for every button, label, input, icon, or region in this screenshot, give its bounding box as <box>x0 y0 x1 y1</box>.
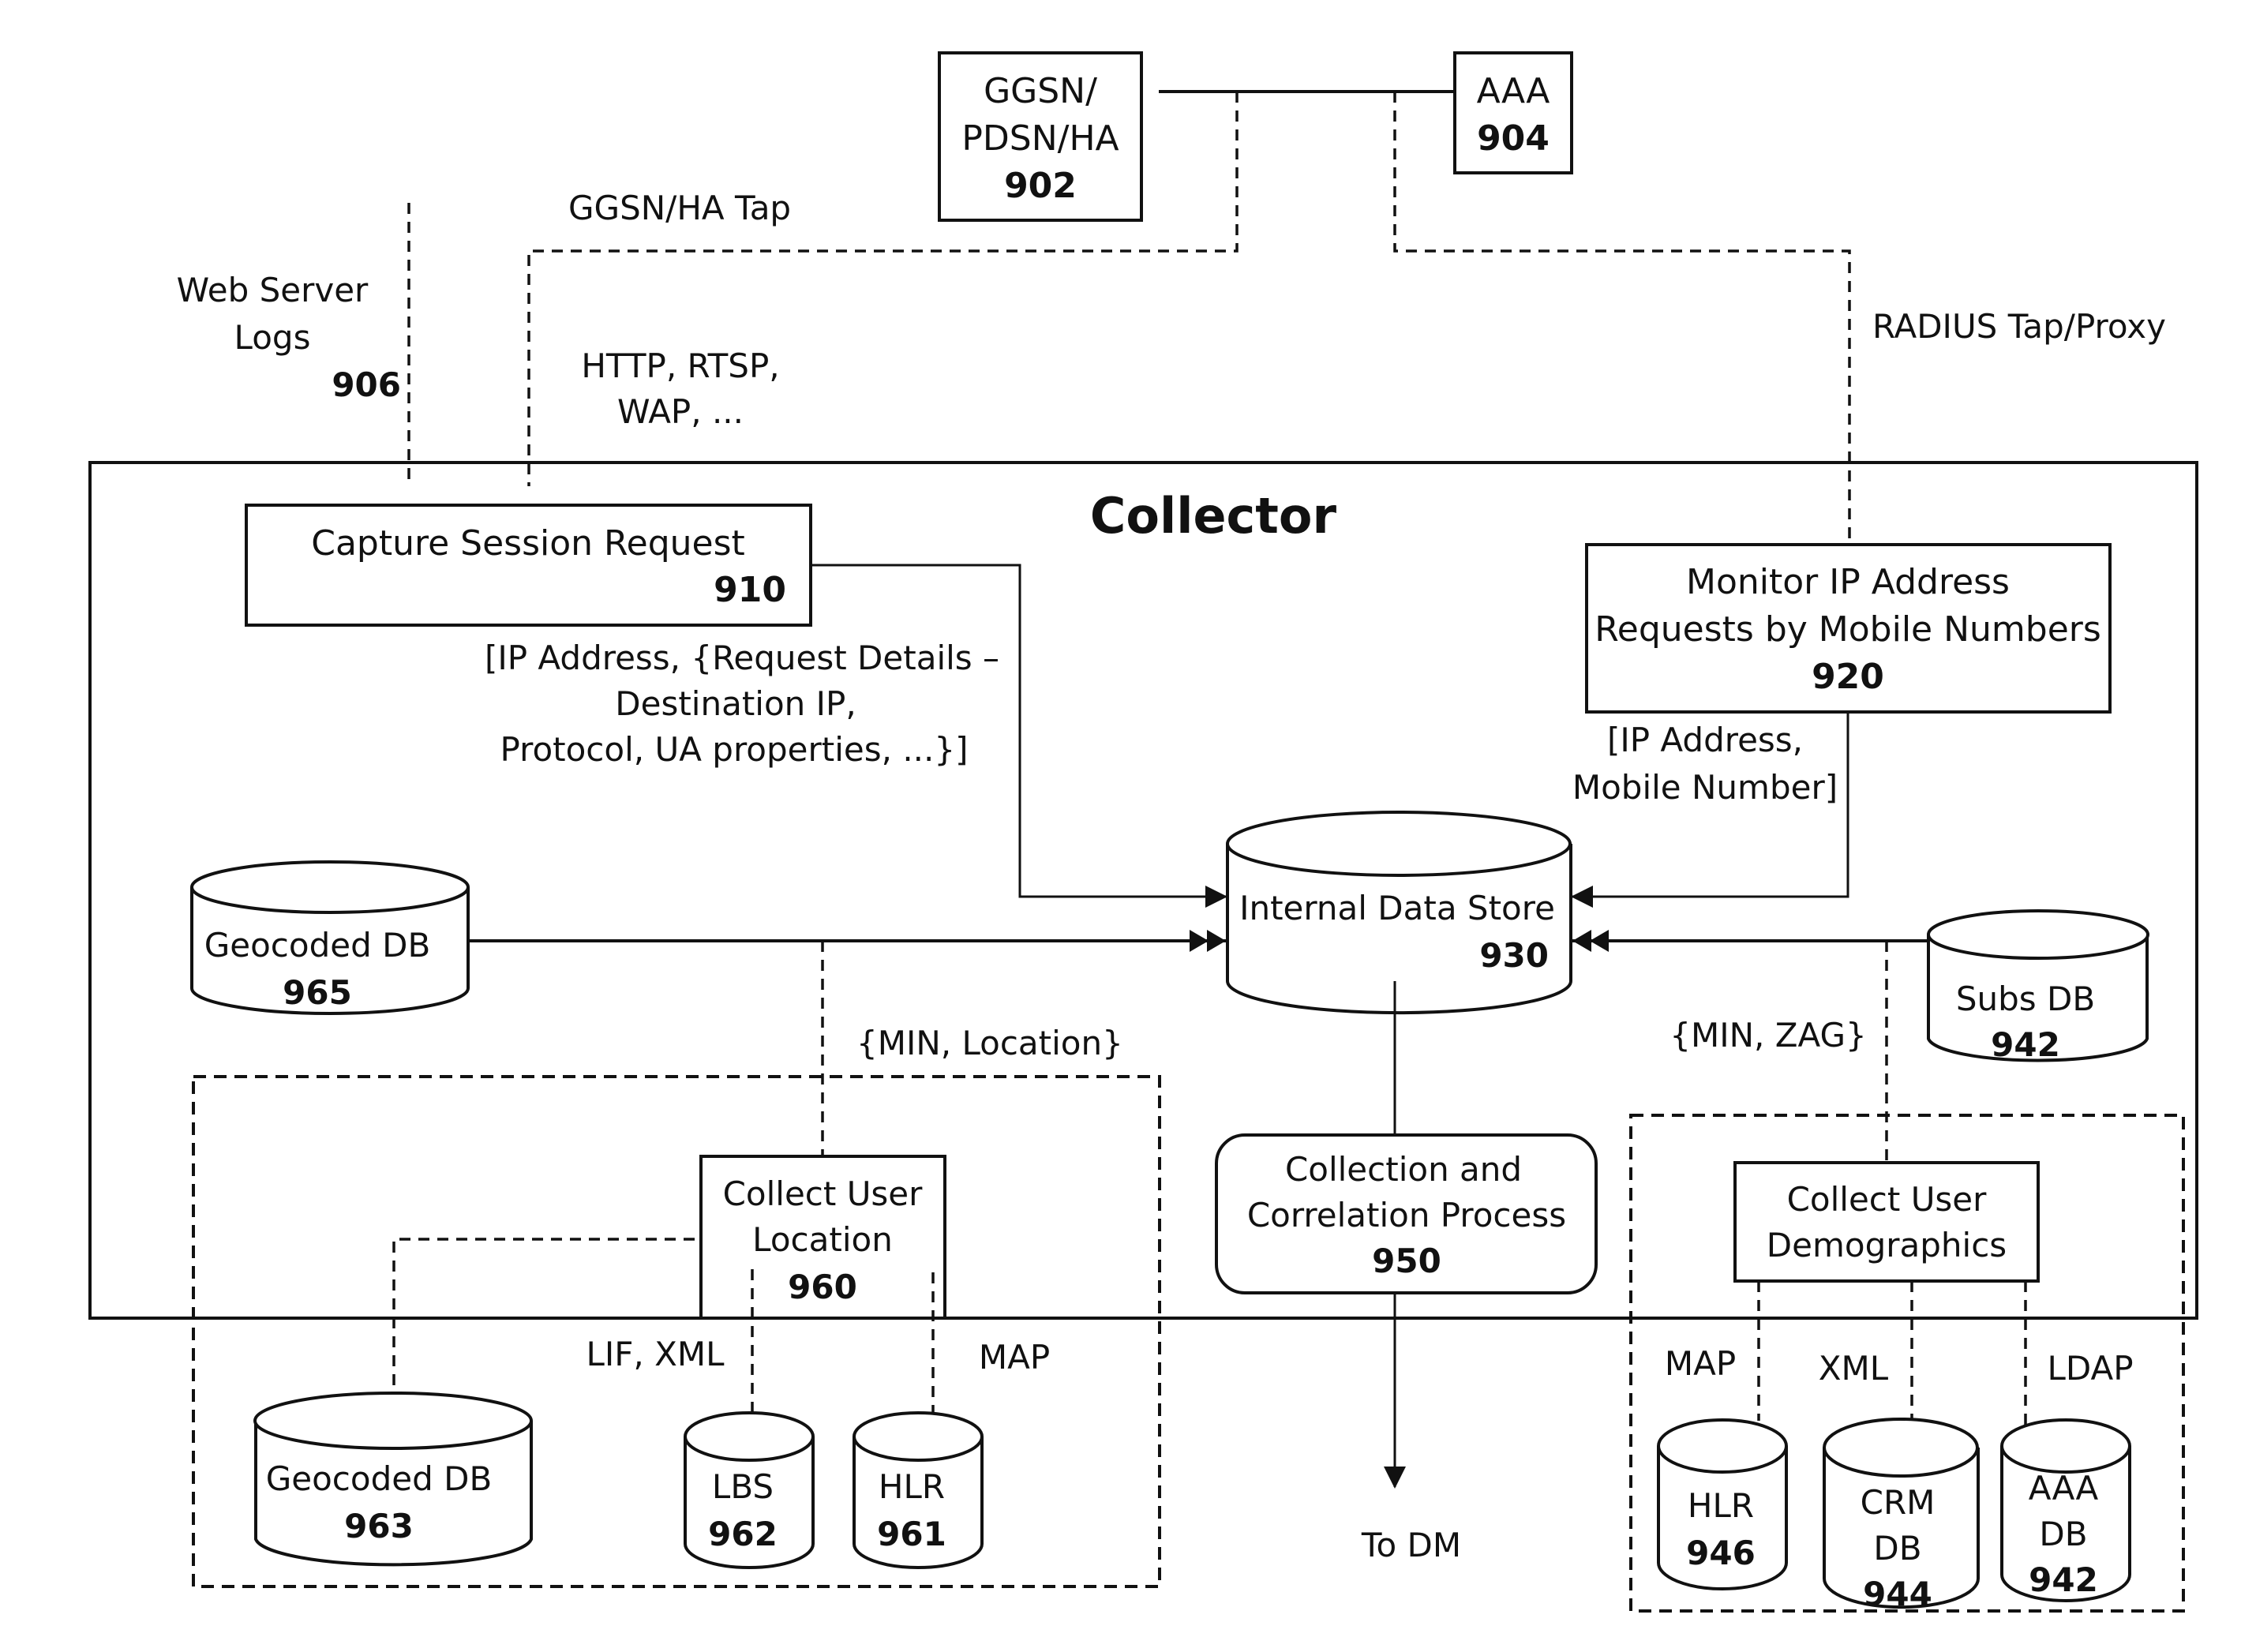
collection-process-ref: 950 <box>1372 1242 1441 1280</box>
collect-user-location-node[interactable]: Collect User Location 960 <box>699 1155 946 1320</box>
collect-user-demographics-node[interactable]: Collect User Demographics <box>1733 1161 2040 1283</box>
hlr-db-961[interactable]: HLR 961 <box>853 1411 984 1569</box>
radius-label: RADIUS Tap/Proxy <box>1872 307 2166 346</box>
lbs-db-962[interactable]: LBS 962 <box>684 1411 815 1569</box>
capture-session-label: Capture Session Request <box>311 523 745 564</box>
monitor-ip-node[interactable]: Monitor IP Address Requests by Mobile Nu… <box>1585 543 2112 714</box>
crm-db-top <box>1823 1418 1979 1478</box>
web-server-logs-ref: 906 <box>332 365 401 404</box>
geocoded-db-965-top <box>190 860 470 914</box>
hlr-946-ref: 946 <box>1686 1534 1756 1572</box>
collector-title: Collector <box>1090 487 1337 545</box>
lif-xml-label: LIF, XML <box>586 1335 725 1373</box>
protocols-line1: HTTP, RTSP, <box>581 347 779 385</box>
min-zag-label: {MIN, ZAG} <box>1670 1016 1867 1055</box>
collection-process-node[interactable]: Collection and Correlation Process 950 <box>1215 1133 1598 1294</box>
demographics-xml-label: XML <box>1819 1349 1889 1388</box>
architecture-diagram: GGSN/ PDSN/HA 902 AAA 904 Web Server Log… <box>88 51 2198 1613</box>
monitor-ip-line1: Monitor IP Address <box>1686 562 2010 602</box>
geocoded-db-965-ref: 965 <box>283 973 352 1012</box>
internal-data-store-ref: 930 <box>1479 936 1549 975</box>
ggsn-node[interactable]: GGSN/ PDSN/HA 902 <box>938 51 1143 222</box>
lbs-db-ref: 962 <box>708 1515 778 1553</box>
hlr-946-top <box>1657 1418 1788 1474</box>
aaa-ref: 904 <box>1477 118 1550 159</box>
web-server-logs-line1: Web Server <box>177 271 369 309</box>
capture-session-node[interactable]: Capture Session Request 910 <box>245 504 812 627</box>
capture-payload-line3: Protocol, UA properties, ...}] <box>500 730 969 769</box>
monitor-payload-line2: Mobile Number] <box>1572 768 1838 807</box>
location-map-label: MAP <box>979 1338 1050 1377</box>
collect-user-demographics-line1: Collect User <box>1787 1180 1988 1219</box>
aaa-db-line1: AAA <box>2029 1469 2099 1508</box>
geocoded-db-963-top <box>253 1392 533 1450</box>
hlr-961-ref: 961 <box>877 1515 946 1553</box>
crm-db-line2: DB <box>1873 1529 1921 1568</box>
monitor-ip-ref: 920 <box>1812 657 1884 697</box>
internal-data-store-top <box>1226 811 1572 877</box>
demographics-ldap-label: LDAP <box>2047 1349 2133 1388</box>
lbs-db-top <box>684 1411 815 1462</box>
web-server-logs-line2: Logs <box>234 318 311 357</box>
hlr-db-946[interactable]: HLR 946 <box>1657 1418 1788 1590</box>
ggsn-line1: GGSN/ <box>984 71 1097 111</box>
lbs-db-label: LBS <box>712 1467 774 1506</box>
aaa-line1: AAA <box>1477 71 1550 111</box>
monitor-payload-line1: [IP Address, <box>1607 721 1803 759</box>
geocoded-db-963-ref: 963 <box>344 1507 414 1545</box>
hlr-961-label: HLR <box>879 1467 945 1506</box>
to-dm-label: To DM <box>1361 1526 1461 1564</box>
geocoded-db-965[interactable]: Geocoded DB 965 <box>190 860 470 1015</box>
geocoded-db-963[interactable]: Geocoded DB 963 <box>253 1392 533 1567</box>
aaa-db-942[interactable]: AAA DB 942 <box>2000 1418 2131 1602</box>
ggsn-line2: PDSN/HA <box>961 118 1119 159</box>
crm-db-ref: 944 <box>1863 1575 1932 1613</box>
hlr-946-label: HLR <box>1688 1486 1754 1525</box>
aaa-db-ref: 942 <box>2029 1560 2098 1599</box>
demographics-map-label: MAP <box>1665 1344 1736 1383</box>
hlr-961-top <box>853 1411 984 1462</box>
collect-user-location-ref: 960 <box>788 1268 857 1306</box>
crm-db-944[interactable]: CRM DB 944 <box>1823 1418 1980 1613</box>
subs-db-label: Subs DB <box>1956 980 2095 1018</box>
aaa-db-line2: DB <box>2039 1515 2087 1553</box>
monitor-ip-line2: Requests by Mobile Numbers <box>1595 609 2101 650</box>
capture-session-ref: 910 <box>714 570 786 610</box>
collection-process-line2: Correlation Process <box>1247 1196 1566 1234</box>
ggsn-ref: 902 <box>1004 166 1077 206</box>
internal-data-store-label: Internal Data Store <box>1239 889 1555 927</box>
ggsn-tap-label: GGSN/HA Tap <box>568 189 791 227</box>
protocols-line2: WAP, ... <box>617 392 744 431</box>
collect-user-location-line1: Collect User <box>723 1174 924 1213</box>
collect-user-location-line2: Location <box>752 1220 893 1259</box>
aaa-node[interactable]: AAA 904 <box>1453 51 1573 174</box>
capture-payload-line2: Destination IP, <box>615 684 856 723</box>
min-location-label: {MIN, Location} <box>856 1024 1123 1062</box>
internal-data-store[interactable]: Internal Data Store 930 <box>1226 811 1572 1015</box>
subs-db-942[interactable]: Subs DB 942 <box>1927 909 2149 1064</box>
crm-db-line1: CRM <box>1861 1483 1936 1522</box>
capture-payload-line1: [IP Address, {Request Details – <box>485 639 999 677</box>
collection-process-line1: Collection and <box>1285 1150 1522 1189</box>
subs-db-ref: 942 <box>1991 1025 2060 1064</box>
aaa-db-top <box>2000 1418 2131 1474</box>
collect-user-demographics-line2: Demographics <box>1767 1226 2007 1264</box>
geocoded-db-965-label: Geocoded DB <box>204 926 431 965</box>
geocoded-db-963-label: Geocoded DB <box>266 1459 493 1498</box>
subs-db-top <box>1927 909 2149 960</box>
